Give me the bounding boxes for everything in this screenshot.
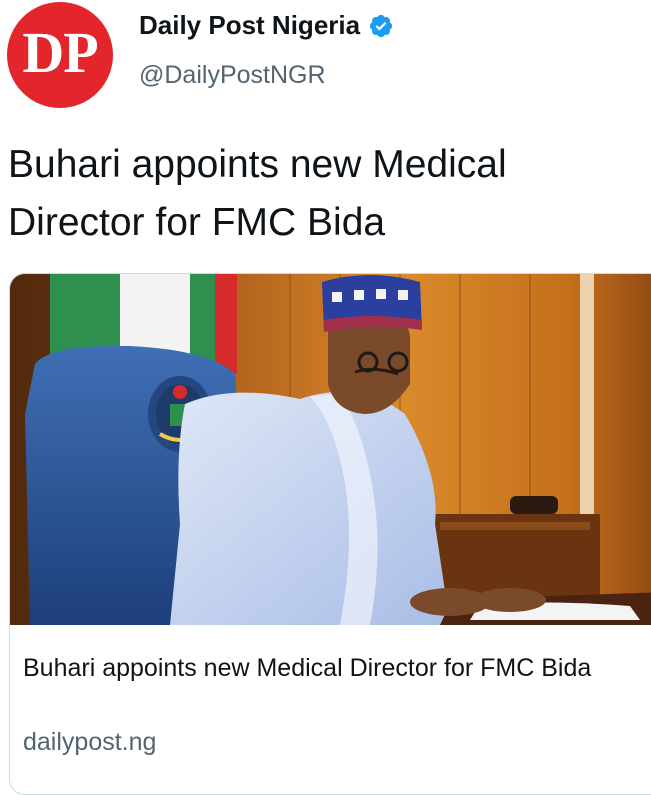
author-avatar[interactable]: DP: [7, 2, 113, 108]
author-display-name[interactable]: Daily Post Nigeria: [139, 10, 360, 41]
author-handle[interactable]: @DailyPostNGR: [139, 61, 326, 90]
author-name-row: Daily Post Nigeria: [139, 10, 394, 41]
card-domain: dailypost.ng: [23, 728, 157, 756]
card-title: Buhari appoints new Medical Director for…: [23, 654, 592, 682]
link-card[interactable]: Buhari appoints new Medical Director for…: [9, 273, 651, 795]
verified-badge-icon: [369, 14, 393, 37]
card-image: [10, 274, 651, 625]
tweet-text: Buhari appoints new Medical Director for…: [8, 143, 507, 244]
avatar-initials: DP: [22, 19, 98, 85]
